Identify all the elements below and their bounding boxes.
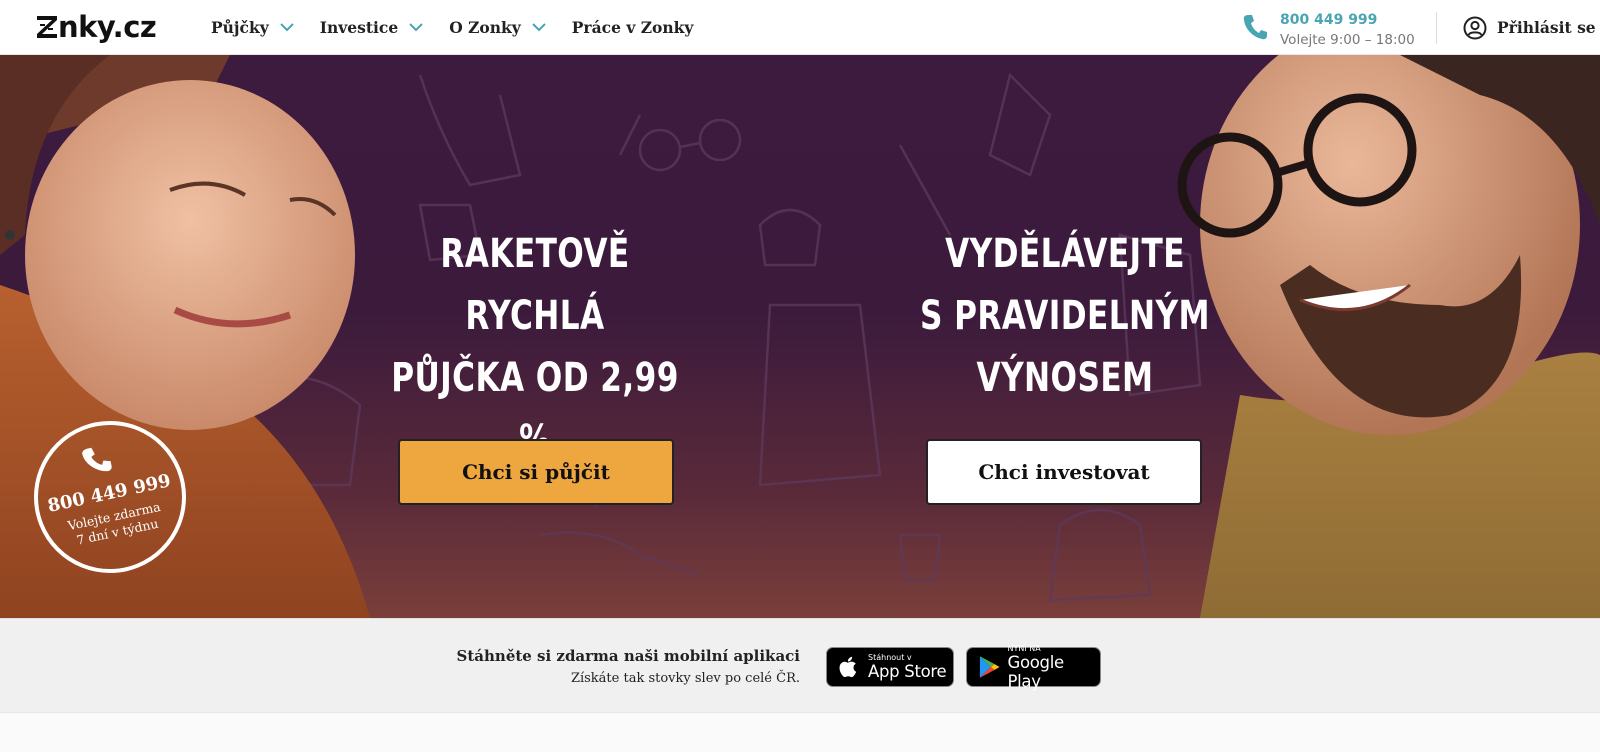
google-play-small-label: NYNÍ NA	[1007, 643, 1041, 653]
login-label: Přihlásit se	[1497, 18, 1596, 37]
invest-headline-line2: S PRAVIDELNÝM VÝNOSEM	[920, 293, 1210, 401]
app-store-small-label: Stáhnout v	[868, 653, 912, 662]
user-icon	[1463, 16, 1487, 39]
badge-content: 800 449 999 Volejte zdarma 7 dní v týdnu	[25, 412, 196, 583]
google-play-icon	[979, 656, 1000, 678]
invest-headline: VYDĚLÁVEJTE S PRAVIDELNÝM VÝNOSEM	[882, 223, 1249, 409]
header-phone[interactable]: 800 449 999 Volejte 9:00 – 18:00	[1242, 10, 1415, 50]
nav-label: Půjčky	[211, 18, 269, 37]
apple-icon	[839, 656, 857, 678]
nav-label: Investice	[319, 18, 399, 37]
app-store-button[interactable]: Stáhnout v App Store	[826, 647, 954, 687]
nav-item-o-zonky[interactable]: O Zonky	[449, 18, 546, 37]
invest-cta-button[interactable]: Chci investovat	[926, 439, 1202, 505]
app-strip-subtitle: Získáte tak stovky slev po celé ČR.	[570, 671, 800, 686]
nav-item-pujcky[interactable]: Půjčky	[211, 18, 294, 37]
site-header: nky.cz Půjčky Investice O Zonky Práce v …	[0, 0, 1600, 55]
zebra-logo-icon	[37, 16, 57, 38]
loan-headline-line1: RAKETOVĚ RYCHLÁ	[440, 231, 630, 339]
loan-cta-button[interactable]: Chci si půjčit	[398, 439, 674, 505]
google-play-big-label: Google Play	[1007, 652, 1064, 691]
nav-label: Práce v Zonky	[571, 18, 694, 37]
chevron-down-icon	[532, 23, 546, 32]
mobile-app-strip: Stáhněte si zdarma naši mobilní aplikaci…	[0, 618, 1600, 713]
login-button[interactable]: Přihlásit se	[1463, 0, 1596, 55]
loan-headline: RAKETOVĚ RYCHLÁ PŮJČKA OD 2,99 %	[383, 223, 687, 471]
page-bottom-area	[0, 713, 1600, 752]
main-nav: Půjčky Investice O Zonky Práce v Zonky	[211, 0, 719, 55]
chevron-down-icon	[280, 23, 294, 32]
phone-number: 800 449 999	[1280, 12, 1378, 28]
logo-wordmark: nky.cz	[58, 10, 157, 44]
phone-icon	[1243, 15, 1267, 40]
nav-label: O Zonky	[449, 18, 521, 37]
hero-banner: RAKETOVĚ RYCHLÁ PŮJČKA OD 2,99 % Chci si…	[0, 55, 1600, 618]
chevron-down-icon	[409, 23, 423, 32]
header-divider	[1436, 12, 1437, 44]
app-strip-title: Stáhněte si zdarma naši mobilní aplikaci	[456, 647, 800, 665]
phone-icon	[82, 447, 112, 472]
invest-headline-line1: VYDĚLÁVEJTE	[945, 231, 1185, 277]
zonky-logo[interactable]: nky.cz	[37, 10, 157, 44]
google-play-button[interactable]: NYNÍ NA Google Play	[966, 643, 1101, 691]
phone-hours: Volejte 9:00 – 18:00	[1280, 32, 1415, 48]
app-store-big-label: App Store	[868, 662, 947, 681]
phone-badge[interactable]: 800 449 999 Volejte zdarma 7 dní v týdnu	[34, 421, 186, 573]
nav-item-investice[interactable]: Investice	[320, 18, 423, 37]
nav-item-prace-v-zonky[interactable]: Práce v Zonky	[572, 18, 694, 37]
